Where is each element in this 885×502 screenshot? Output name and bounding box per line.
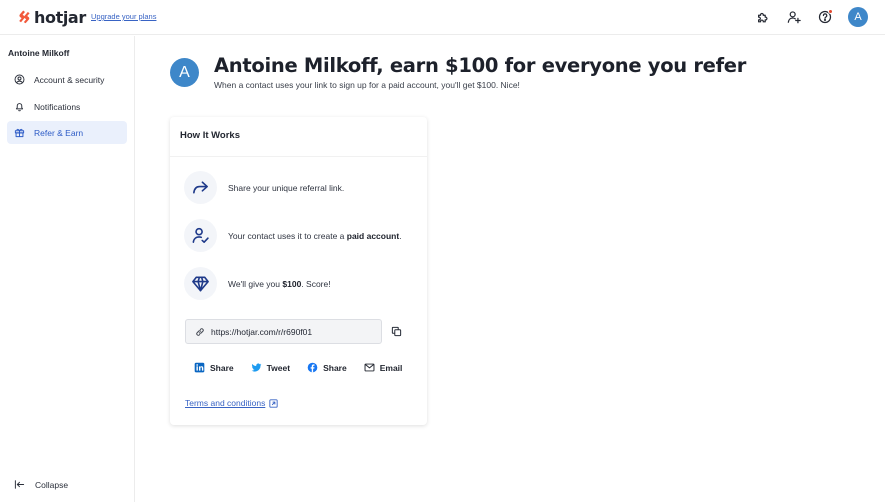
- twitter-icon: [251, 363, 261, 372]
- share-linkedin-button[interactable]: Share: [194, 362, 234, 373]
- sidebar-item-label: Refer & Earn: [34, 127, 84, 138]
- facebook-icon: [307, 362, 318, 373]
- share-button-label: Email: [379, 362, 403, 373]
- integrations-button[interactable]: [753, 7, 773, 27]
- sidebar-item-notifications[interactable]: Notifications: [7, 95, 127, 118]
- logo-text: hotjar: [34, 7, 86, 27]
- step-contact-signup: Your contact uses it to create a paid ac…: [184, 219, 402, 252]
- collapse-left-icon: [14, 480, 25, 489]
- how-it-works-card: How It Works Share your unique referral …: [170, 117, 427, 425]
- step-text: Share your unique referral link.: [228, 182, 345, 193]
- collapse-sidebar-button[interactable]: Collapse: [14, 479, 68, 490]
- sidebar-item-label: Notifications: [34, 101, 81, 112]
- share-facebook-button[interactable]: Share: [307, 362, 347, 373]
- gift-icon: [14, 128, 25, 138]
- help-button[interactable]: [815, 7, 835, 27]
- step-icon-wrapper: [184, 171, 217, 204]
- sidebar-item-label: Account & security: [34, 74, 105, 85]
- external-link-icon: [269, 398, 278, 408]
- terms-label: Terms and conditions: [185, 398, 266, 408]
- user-circle-icon: [14, 74, 25, 85]
- sidebar-user-name: Antoine Milkoff: [8, 48, 70, 58]
- page-title: Antoine Milkoff, earn $100 for everyone …: [214, 54, 747, 77]
- top-actions: A: [753, 7, 868, 27]
- sidebar: Antoine Milkoff Account & security Notif…: [0, 36, 135, 502]
- copy-link-button[interactable]: [390, 325, 403, 338]
- share-arrow-icon: [193, 181, 208, 194]
- hotjar-flame-icon: [19, 10, 30, 24]
- step-text: We'll give you $100. Score!: [228, 278, 331, 289]
- user-check-icon: [192, 227, 209, 243]
- step-text: Your contact uses it to create a paid ac…: [228, 230, 402, 241]
- share-button-label: Tweet: [266, 362, 291, 373]
- share-email-button[interactable]: Email: [364, 362, 403, 373]
- step-icon-wrapper: [184, 219, 217, 252]
- hotjar-logo[interactable]: hotjar: [18, 7, 86, 27]
- top-bar: hotjar Upgrade your plans A: [0, 0, 885, 35]
- card-title: How It Works: [180, 130, 240, 141]
- referral-link-value: https://hotjar.com/r/r690f01: [211, 326, 313, 337]
- share-button-label: Share: [210, 362, 234, 373]
- terms-and-conditions-link[interactable]: Terms and conditions: [185, 398, 278, 408]
- collapse-label: Collapse: [35, 479, 69, 490]
- page-subtitle: When a contact uses your link to sign up…: [214, 80, 520, 90]
- step-reward: We'll give you $100. Score!: [184, 267, 331, 300]
- step-icon-wrapper: [184, 267, 217, 300]
- share-button-label: Share: [323, 362, 347, 373]
- upgrade-plans-link[interactable]: Upgrade your plans: [91, 12, 156, 21]
- linkedin-icon: [194, 362, 205, 373]
- user-avatar[interactable]: A: [848, 7, 868, 27]
- sidebar-item-account-security[interactable]: Account & security: [7, 68, 127, 91]
- invite-user-button[interactable]: [784, 7, 804, 27]
- email-icon: [364, 363, 375, 372]
- share-buttons-row: Share Tweet Share Email: [194, 362, 419, 373]
- notification-dot: [828, 9, 833, 14]
- bell-icon: [15, 103, 24, 112]
- share-twitter-button[interactable]: Tweet: [251, 362, 290, 373]
- copy-icon: [391, 326, 402, 337]
- referral-link-field[interactable]: https://hotjar.com/r/r690f01: [185, 319, 382, 344]
- header-avatar: A: [170, 58, 199, 87]
- diamond-icon: [192, 276, 209, 292]
- puzzle-icon: [758, 12, 768, 23]
- step-share-link: Share your unique referral link.: [184, 171, 344, 204]
- invite-user-icon: [787, 11, 801, 24]
- sidebar-item-refer-earn[interactable]: Refer & Earn: [7, 121, 127, 144]
- card-divider: [170, 156, 427, 157]
- link-icon: [196, 327, 204, 336]
